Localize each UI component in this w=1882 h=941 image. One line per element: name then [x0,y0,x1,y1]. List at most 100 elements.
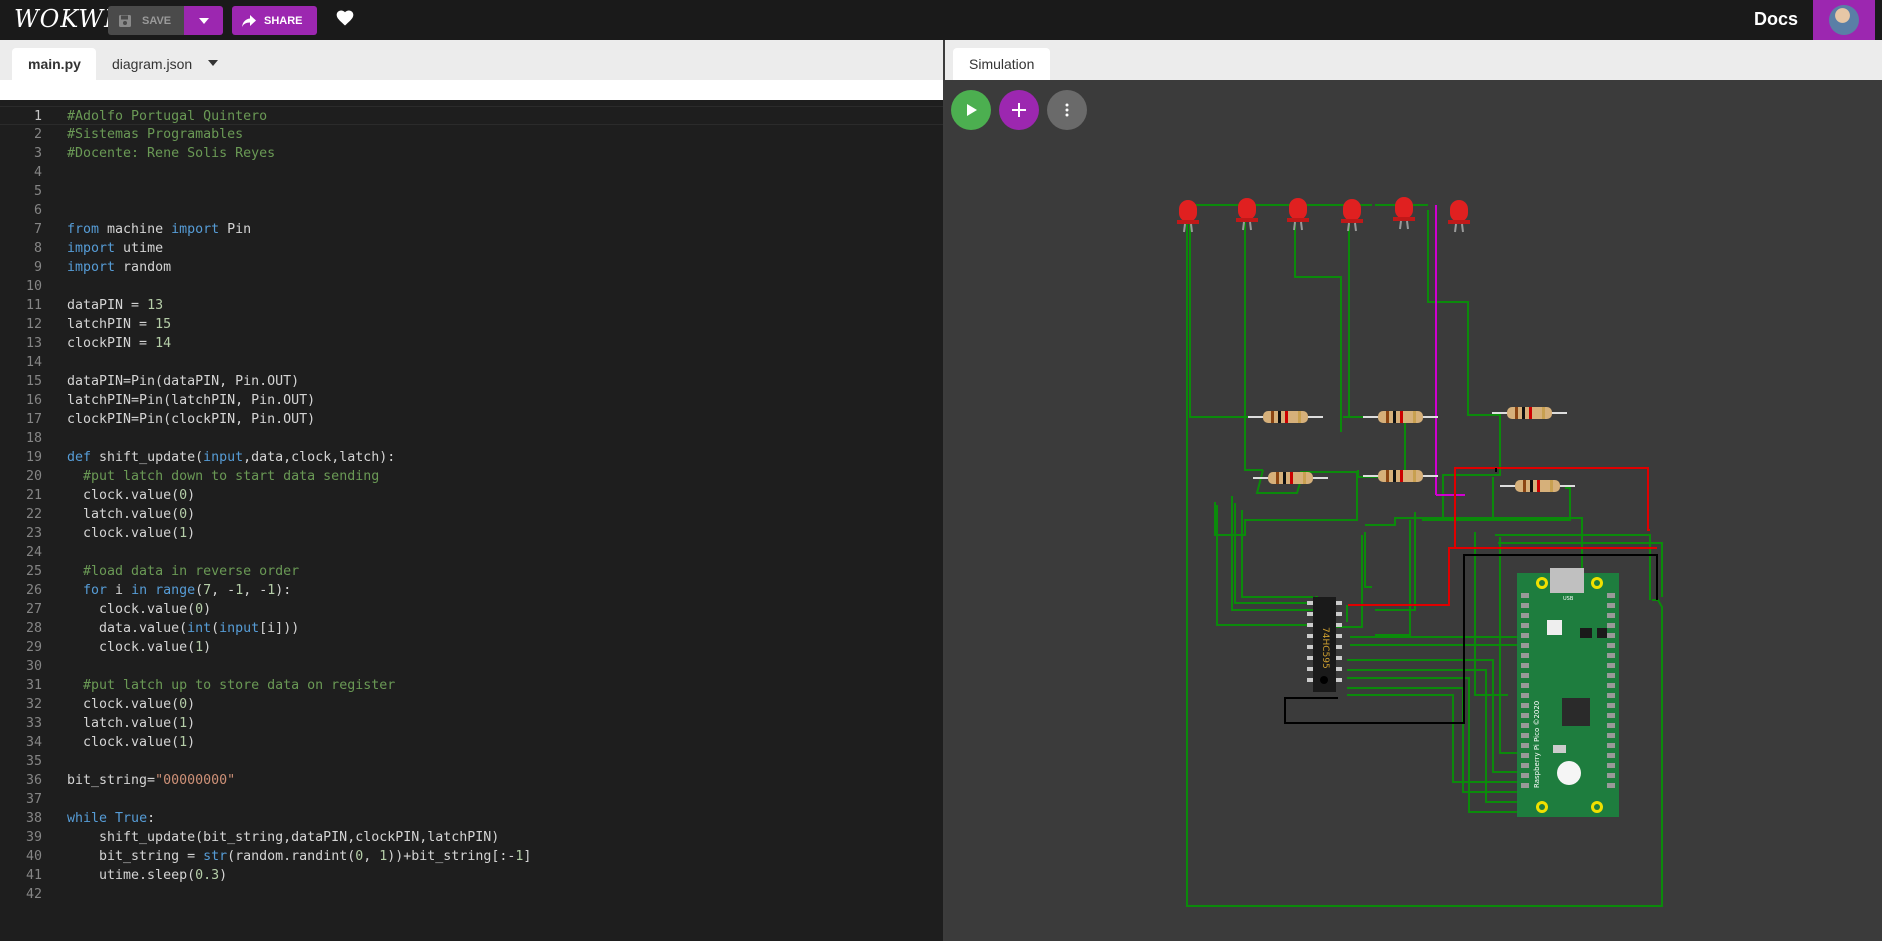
code-line[interactable]: 24 [0,543,943,562]
code-text: data.value(int(input[i])) [67,621,300,636]
code-text: #Docente: Rene Solis Reyes [67,146,276,161]
heart-icon[interactable] [335,8,355,28]
shift-register-chip[interactable]: 74HC595 [1307,597,1342,692]
code-line[interactable]: 29 clock.value(1) [0,638,943,657]
code-line[interactable]: 38 while True: [0,809,943,828]
save-button[interactable]: SAVE [108,6,184,35]
line-number: 10 [25,279,42,294]
code-line[interactable]: 11 dataPIN = 13 [0,296,943,315]
share-button[interactable]: SHARE [232,6,317,35]
code-line[interactable]: 6 [0,201,943,220]
code-line[interactable]: 8 import utime [0,239,943,258]
code-line[interactable]: 32 clock.value(0) [0,695,943,714]
code-text: for i in range(7, -1, -1): [83,583,292,598]
code-line[interactable]: 7 from machine import Pin [0,220,943,239]
code-line[interactable]: 4 [0,163,943,182]
code-line[interactable]: 39 shift_update(bit_string,dataPIN,clock… [0,828,943,847]
code-text: #Sistemas Programables [67,127,244,142]
tab-main-py[interactable]: main.py [12,48,96,80]
line-number: 27 [25,602,42,617]
wokwi-logo[interactable]: WOKWI [14,5,115,33]
line-number: 8 [33,241,42,256]
code-text: utime.sleep(0.3) [67,868,228,883]
code-line[interactable]: 3 #Docente: Rene Solis Reyes [0,144,943,163]
code-line[interactable]: 25 #load data in reverse order [0,562,943,581]
code-line[interactable]: 13 clockPIN = 14 [0,334,943,353]
code-line[interactable]: 20 #put latch down to start data sending [0,467,943,486]
code-text: clock.value(0) [67,602,212,617]
line-number: 40 [25,849,42,864]
share-arrow-icon [242,14,256,27]
code-line[interactable]: 22 latch.value(0) [0,505,943,524]
code-editor[interactable]: 1 #Adolfo Portugal Quintero 2 #Sistemas Pro… [0,100,943,941]
code-line[interactable]: 1 #Adolfo Portugal Quintero [0,106,943,125]
code-line[interactable]: 14 [0,353,943,372]
code-line[interactable]: 12 latchPIN = 15 [0,315,943,334]
tabs-dropdown-icon[interactable] [208,60,218,66]
tab-diagram-json[interactable]: diagram.json [96,48,196,80]
code-line[interactable]: 16 latchPIN=Pin(latchPIN, Pin.OUT) [0,391,943,410]
code-text: #load data in reverse order [83,564,300,579]
resistor-4[interactable] [1253,472,1328,484]
code-line[interactable]: 5 [0,182,943,201]
led-6[interactable] [1448,200,1470,233]
line-number: 29 [25,640,42,655]
code-line[interactable]: 26 for i in range(7, -1, -1): [0,581,943,600]
code-text: import random [67,260,172,275]
code-line[interactable]: 10 [0,277,943,296]
user-menu[interactable] [1813,0,1875,40]
led-3[interactable] [1287,198,1309,231]
share-label: SHARE [264,14,303,27]
resistor-1[interactable] [1248,411,1323,423]
line-number: 13 [25,336,42,351]
line-number: 26 [25,583,42,598]
line-number: 19 [25,450,42,465]
led-4[interactable] [1341,199,1363,232]
code-line[interactable]: 27 clock.value(0) [0,600,943,619]
code-line[interactable]: 28 data.value(int(input[i])) [0,619,943,638]
code-line[interactable]: 2 #Sistemas Programables [0,125,943,144]
chevron-down-icon [198,17,209,24]
save-icon [119,14,131,27]
resistor-3[interactable] [1492,407,1567,419]
code-line[interactable]: 36 bit_string="00000000" [0,771,943,790]
code-text: #Adolfo Portugal Quintero [67,109,268,124]
code-text: def shift_update(input,data,clock,latch)… [67,450,396,465]
resistor-2[interactable] [1363,411,1438,423]
code-line[interactable]: 21 clock.value(0) [0,486,943,505]
line-number: 42 [25,887,42,902]
save-options-dropdown[interactable] [184,6,223,35]
code-line[interactable]: 15 dataPIN=Pin(dataPIN, Pin.OUT) [0,372,943,391]
led-2[interactable] [1236,198,1258,231]
code-line[interactable]: 30 [0,657,943,676]
circuit-diagram: 74HC595 USB Raspberry Pi Pico ©2020 [1177,197,1663,907]
resistor-6[interactable] [1500,480,1575,492]
code-line[interactable]: 37 [0,790,943,809]
line-number: 36 [25,773,42,788]
line-number: 24 [25,545,42,560]
avatar [1829,5,1859,35]
raspberry-pi-pico-board[interactable]: USB Raspberry Pi Pico ©2020 [1517,568,1619,817]
code-line[interactable]: 42 [0,885,943,904]
resistors [1248,407,1575,492]
code-line[interactable]: 35 [0,752,943,771]
code-line[interactable]: 19 def shift_update(input,data,clock,latc… [0,448,943,467]
code-line[interactable]: 33 latch.value(1) [0,714,943,733]
line-number: 17 [25,412,42,427]
code-text: while True: [67,811,156,826]
line-number: 32 [25,697,42,712]
line-number: 30 [25,659,42,674]
tab-simulation[interactable]: Simulation [953,48,1051,80]
code-line[interactable]: 31 #put latch up to store data on regist… [0,676,943,695]
led-5[interactable] [1393,197,1415,230]
code-line[interactable]: 40 bit_string = str(random.randint(0, 1)… [0,847,943,866]
docs-link[interactable]: Docs [1754,9,1798,30]
simulation-canvas[interactable]: 74HC595 USB Raspberry Pi Pico ©2020 [945,80,1882,941]
code-line[interactable]: 34 clock.value(1) [0,733,943,752]
resistor-5[interactable] [1363,470,1438,482]
code-line[interactable]: 9 import random [0,258,943,277]
code-line[interactable]: 18 [0,429,943,448]
code-line[interactable]: 17 clockPIN=Pin(clockPIN, Pin.OUT) [0,410,943,429]
code-line[interactable]: 41 utime.sleep(0.3) [0,866,943,885]
code-line[interactable]: 23 clock.value(1) [0,524,943,543]
